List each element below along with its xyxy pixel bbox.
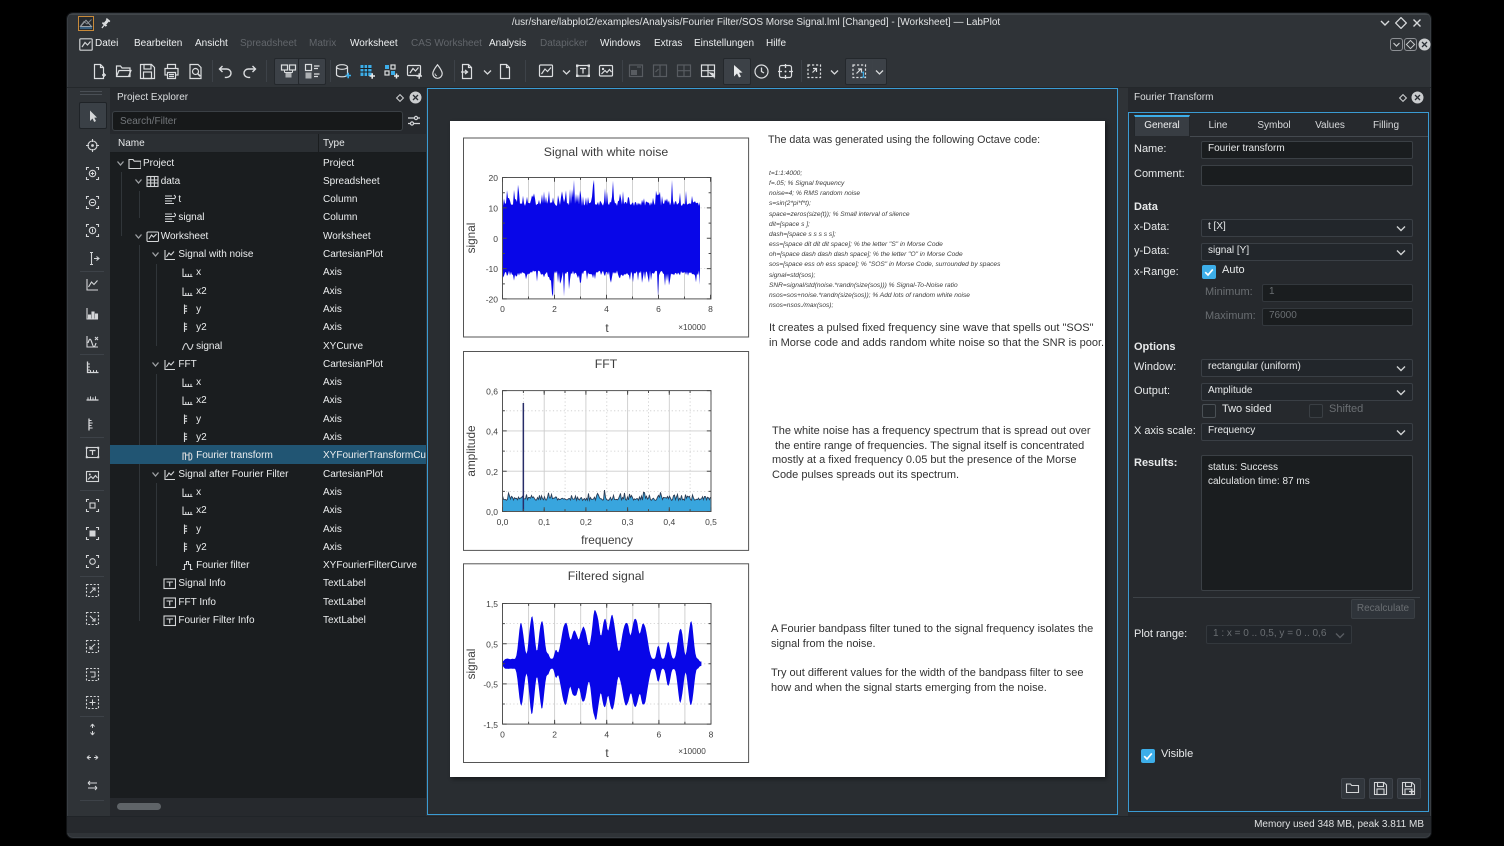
svg-text:frequency: frequency [581, 533, 633, 547]
svg-text:-0,5: -0,5 [483, 680, 498, 690]
svg-text:6: 6 [656, 304, 661, 314]
svg-text:0: 0 [493, 234, 498, 244]
svg-text:×10000: ×10000 [678, 747, 706, 756]
svg-text:amplitude: amplitude [464, 425, 478, 477]
svg-text:4: 4 [604, 304, 609, 314]
svg-text:2: 2 [552, 730, 557, 740]
svg-text:0,4: 0,4 [486, 427, 498, 437]
svg-text:0,4: 0,4 [663, 517, 675, 527]
svg-text:0: 0 [500, 730, 505, 740]
svg-text:signal: signal [464, 649, 478, 680]
svg-text:Filtered signal: Filtered signal [568, 569, 645, 583]
svg-text:-20: -20 [486, 295, 499, 305]
svg-text:1: 1 [861, 71, 866, 80]
svg-text:10: 10 [489, 204, 499, 214]
svg-text:1,5: 1,5 [486, 599, 498, 609]
svg-text:6: 6 [657, 730, 662, 740]
svg-text:-1,5: -1,5 [483, 720, 498, 730]
svg-text:0,3: 0,3 [622, 517, 634, 527]
svg-text:20: 20 [489, 173, 499, 183]
svg-text:t: t [605, 746, 609, 760]
svg-text:8: 8 [709, 730, 714, 740]
svg-text:0,2: 0,2 [580, 517, 592, 527]
svg-text:signal: signal [464, 223, 478, 254]
svg-text:0,0: 0,0 [486, 507, 498, 517]
svg-text:0,5: 0,5 [705, 517, 717, 527]
svg-text:t: t [605, 321, 609, 335]
svg-text:2: 2 [552, 304, 557, 314]
svg-text:0,1: 0,1 [538, 517, 550, 527]
svg-text:×10000: ×10000 [678, 323, 706, 332]
svg-text:0,6: 0,6 [486, 386, 498, 396]
svg-text:0,0: 0,0 [497, 517, 509, 527]
svg-text:4: 4 [604, 730, 609, 740]
svg-text:0: 0 [500, 304, 505, 314]
svg-text:0,2: 0,2 [486, 467, 498, 477]
svg-text:FFT: FFT [595, 357, 618, 371]
svg-text:8: 8 [708, 304, 713, 314]
svg-text:-10: -10 [486, 264, 499, 274]
svg-text:0,5: 0,5 [486, 639, 498, 649]
svg-text:Signal with white noise: Signal with white noise [544, 145, 669, 159]
